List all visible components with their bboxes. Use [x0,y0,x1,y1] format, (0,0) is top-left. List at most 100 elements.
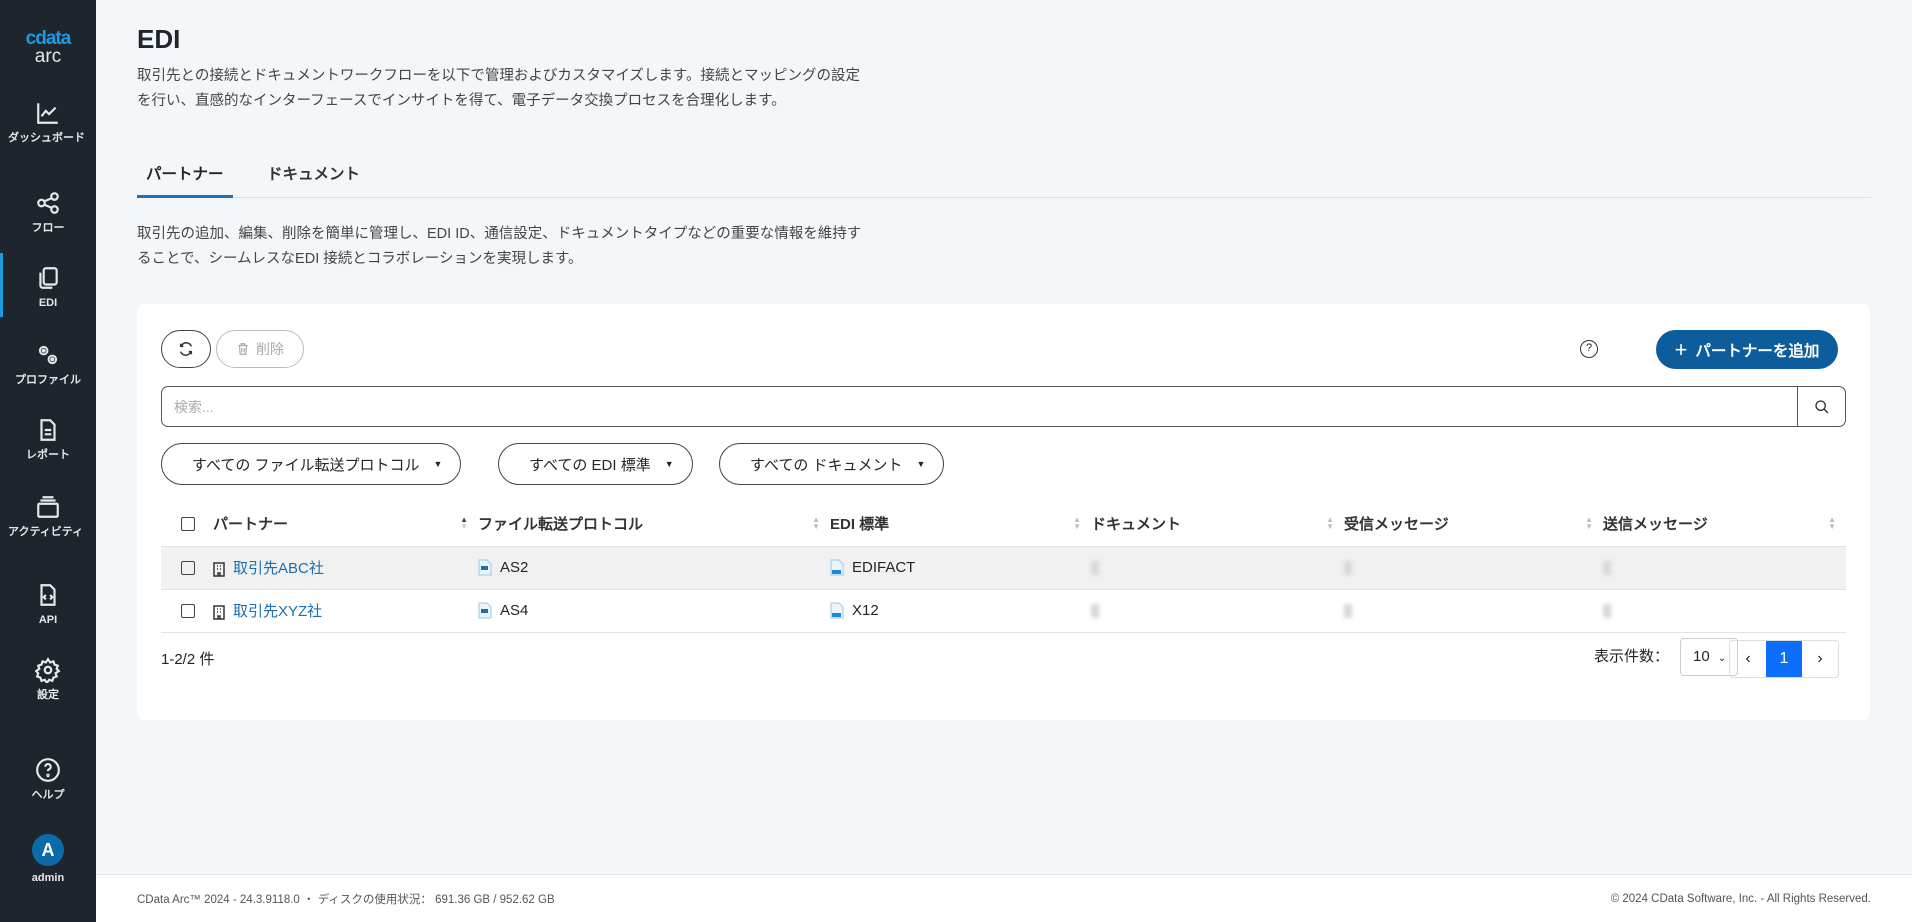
table-row[interactable]: 取引先XYZ社 AS4 X12 [161,588,1846,633]
user-menu[interactable]: A admin [0,834,96,910]
help-icon[interactable]: ? [1580,340,1598,358]
user-name: admin [31,872,65,884]
label: アクティビティ [8,526,84,538]
logo-product: arc [34,46,62,67]
version-info: CData Arc™ 2024 - 24.3.9118.0 ・ ディスクの使用状… [137,893,555,906]
filter-label: すべての EDI 標準 [529,456,651,474]
received-count-redacted [1344,561,1352,576]
select-all-checkbox[interactable] [181,516,195,531]
layers-icon [37,496,59,518]
header-label: 受信メッセージ [1344,515,1449,533]
label: レポート [26,449,70,461]
sidebar-item-flow[interactable]: フロー [0,190,96,266]
add-partner-label: パートナーを追加 [1695,342,1820,360]
partner-link[interactable]: 取引先ABC社 [233,560,324,577]
tab-document[interactable]: ドキュメント [267,162,360,198]
filter-document[interactable]: すべての ドキュメント ▼ [719,443,945,485]
next-page-button[interactable]: › [1802,641,1838,677]
sidebar-item-profile[interactable]: プロファイル [0,342,96,418]
prev-page-button[interactable]: ‹ [1730,641,1766,677]
sidebar-item-edi[interactable]: EDI [0,253,96,341]
record-count: 1-2/2 件 [161,651,215,668]
partners-table: パートナー ▲ ▼ ファイル転送プロトコル ▲ ▼ EDI 標準 ▲ ▼ ドキュメント ▲ ▼ … [161,501,1846,633]
edi-file-icon [830,602,844,619]
label: API [38,614,58,626]
partner-link[interactable]: 取引先XYZ社 [233,603,322,620]
pagination: ‹ 1 › [1729,640,1839,678]
filter-label: すべての ドキュメント [750,456,903,474]
building-icon [213,604,225,620]
partners-card: 削除 ? + パートナーを追加 すべての ファイル転送プロトコル ▼ すべての ED… [137,304,1870,720]
desc-line: 取引先との接続とドキュメントワークフローを以下で管理およびカスタマイズします。接… [137,68,860,84]
search-button[interactable] [1797,387,1845,426]
chevron-down-icon: ⌄ [1717,653,1727,664]
gears-icon [38,345,58,365]
col-protocol[interactable]: ファイル転送プロトコル ▲ ▼ [478,501,830,546]
standard-value: EDIFACT [852,558,916,576]
row-checkbox[interactable] [181,604,195,619]
header-label: EDI 標準 [830,515,890,533]
sidebar-item-report[interactable]: レポート [0,417,96,493]
logo[interactable]: cdata arc [0,28,96,68]
building-icon [213,561,225,577]
header-label: ドキュメント [1091,515,1182,533]
sort-icon: ▲ ▼ [1828,515,1836,531]
document-count-redacted [1091,561,1099,576]
filter-protocol[interactable]: すべての ファイル転送プロトコル ▼ [161,443,462,485]
sort-icon: ▲ ▼ [1326,515,1334,531]
caret-down-icon: ▼ [916,459,926,469]
tabs: パートナー ドキュメント [137,162,1871,198]
sidebar-item-dashboard[interactable]: ダッシュボード [0,100,96,176]
avatar: A [32,834,64,866]
desc-line: 取引先の追加、編集、削除を簡単に管理し、EDI ID、通信設定、ドキュメントタイ… [137,226,862,242]
sort-icon: ▲ ▼ [460,515,468,531]
label: ヘルプ [31,789,65,801]
search-input[interactable] [162,387,1797,426]
per-page-label: 表示件数： [1593,648,1669,665]
row-checkbox[interactable] [181,561,195,576]
gear-icon [35,657,61,683]
page-title: EDI [137,24,181,54]
chart-line-icon [37,103,58,124]
share-nodes-icon [37,192,59,214]
col-edi-standard[interactable]: EDI 標準 ▲ ▼ [830,501,1091,546]
sent-count-redacted [1603,604,1611,619]
col-sent[interactable]: 送信メッセージ ▲ ▼ [1603,501,1846,546]
delete-label: 削除 [256,341,284,357]
search-box [161,386,1846,427]
protocol-file-icon [478,559,492,576]
refresh-button[interactable] [161,330,211,368]
plus-icon: + [1674,336,1688,362]
desc-line: を行い、直感的なインターフェースでインサイトを得て、電子データ交換プロセスを合理… [137,93,786,109]
standard-value: X12 [852,601,879,619]
label: ダッシュボード [8,132,85,144]
trash-icon [238,343,248,355]
col-partner[interactable]: パートナー ▲ ▼ [213,501,478,546]
header-label: ファイル転送プロトコル [478,515,644,533]
filter-edi-standard[interactable]: すべての EDI 標準 ▼ [498,443,693,485]
sidebar-item-settings[interactable]: 設定 [0,657,96,733]
col-document[interactable]: ドキュメント ▲ ▼ [1091,501,1344,546]
sort-icon: ▲ ▼ [1073,515,1081,531]
copy-icon [39,267,58,289]
protocol-file-icon [478,602,492,619]
delete-button[interactable]: 削除 [216,330,304,368]
table-row[interactable]: 取引先ABC社 AS2 EDIFACT [161,545,1846,589]
col-received[interactable]: 受信メッセージ ▲ ▼ [1344,501,1603,546]
tab-partner[interactable]: パートナー [137,162,233,198]
sent-count-redacted [1603,561,1611,576]
sort-icon: ▲ ▼ [1585,515,1593,531]
add-partner-button[interactable]: + パートナーを追加 [1656,330,1838,369]
protocol-value: AS4 [500,601,529,619]
help-icon [36,758,60,782]
refresh-icon [179,342,193,356]
file-code-icon [40,584,56,606]
page-description: 取引先との接続とドキュメントワークフローを以下で管理およびカスタマイズします。接… [137,64,967,114]
page-button[interactable]: 1 [1766,641,1802,677]
sidebar-item-help[interactable]: ヘルプ [0,757,96,833]
label: 設定 [37,689,59,701]
sidebar-item-activity[interactable]: アクティビティ [0,494,96,570]
edi-file-icon [830,559,844,576]
sidebar-item-api[interactable]: API [0,582,96,658]
protocol-value: AS2 [500,558,529,576]
